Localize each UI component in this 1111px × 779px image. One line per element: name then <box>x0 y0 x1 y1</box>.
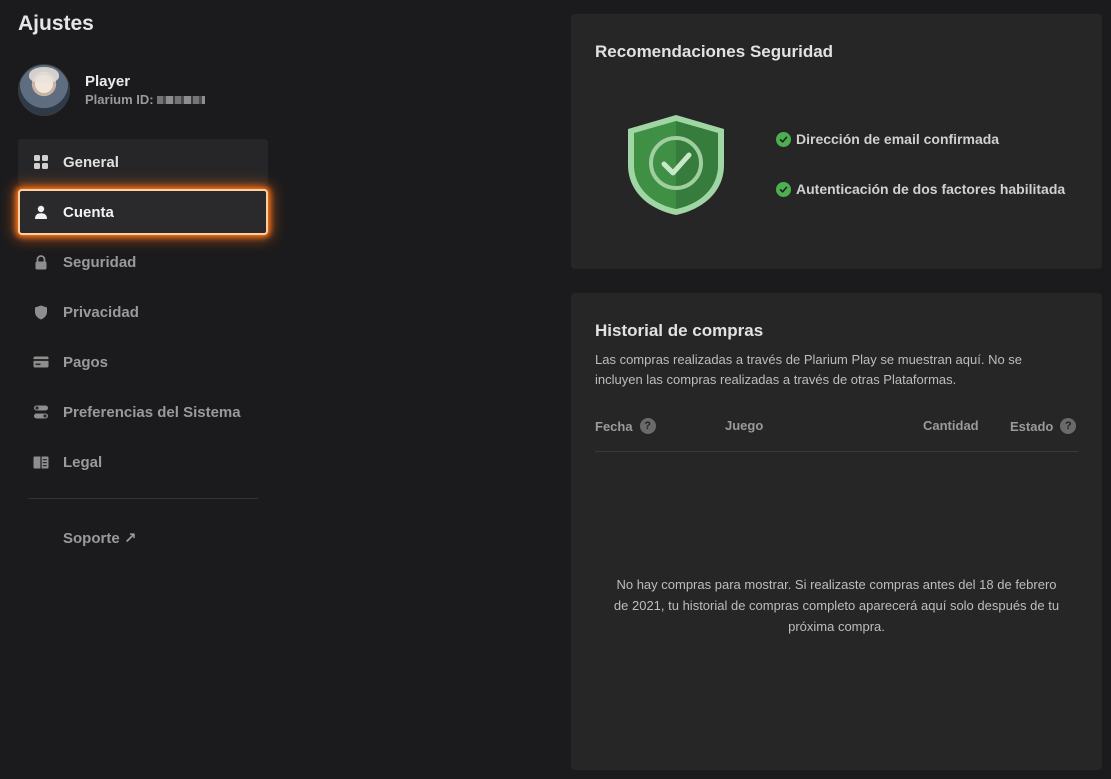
nav-item-seguridad[interactable]: Seguridad <box>18 239 268 285</box>
column-header-game: Juego <box>725 418 763 433</box>
player-name: Player <box>85 73 131 90</box>
column-header-quantity: Cantidad <box>923 418 979 433</box>
email-confirmed-label: Dirección de email confirmada <box>796 131 1000 147</box>
security-shield-check-icon <box>628 115 724 215</box>
column-header-date-label: Fecha <box>595 418 633 434</box>
column-header-status-label: Estado <box>1010 418 1054 434</box>
column-header-game-label: Juego <box>725 418 764 433</box>
help-icon[interactable]: ? <box>639 418 656 434</box>
check-circle-icon <box>776 131 791 147</box>
plarium-id: Plarium ID: <box>85 92 205 107</box>
nav-item-general[interactable]: General <box>18 139 268 185</box>
nav-item-label: General <box>63 153 119 171</box>
sidebar-divider <box>28 498 258 499</box>
security-title: Recomendaciones Seguridad <box>595 42 834 61</box>
nav-item-label: Preferencias del Sistema <box>63 403 241 421</box>
avatar <box>18 64 70 116</box>
two-factor-status: Autenticación de dos factores habilitada <box>776 181 1065 197</box>
user-icon <box>33 204 49 220</box>
purchase-history-card: Historial de compras Las compras realiza… <box>571 293 1102 770</box>
nav-item-label: Legal <box>63 453 103 471</box>
redacted-id <box>156 95 205 104</box>
security-recommendations-card: Recomendaciones Seguridad Dirección de e… <box>571 14 1102 269</box>
nav-item-legal[interactable]: Legal <box>18 439 268 485</box>
empty-state-message: No hay compras para mostrar. Si realizas… <box>613 577 1060 634</box>
shield-icon <box>33 304 49 320</box>
column-header-status: Estado ? <box>1010 418 1077 434</box>
nav-item-label: Privacidad <box>63 303 139 321</box>
sidebar: Ajustes Player Plarium ID: General Cuent… <box>0 0 290 779</box>
column-header-quantity-label: Cantidad <box>923 418 979 433</box>
toggle-icon <box>33 404 49 420</box>
support-link[interactable]: Soporte ↗ <box>63 529 136 547</box>
help-icon[interactable]: ? <box>1060 418 1077 434</box>
lock-icon <box>33 254 49 270</box>
user-profile: Player Plarium ID: <box>18 64 205 116</box>
plarium-id-label: Plarium ID: <box>85 92 154 107</box>
check-circle-icon <box>776 181 791 197</box>
history-title: Historial de compras <box>595 321 764 340</box>
nav-item-preferencias[interactable]: Preferencias del Sistema <box>18 389 268 435</box>
card-icon <box>33 354 49 370</box>
nav-item-privacidad[interactable]: Privacidad <box>18 289 268 335</box>
two-factor-label: Autenticación de dos factores habilitada <box>796 181 1066 197</box>
nav-item-label: Pagos <box>63 353 109 371</box>
email-confirmed-status: Dirección de email confirmada <box>776 131 999 147</box>
nav-item-cuenta[interactable]: Cuenta <box>18 189 268 235</box>
page-title: Ajustes <box>18 12 94 35</box>
nav-item-pagos[interactable]: Pagos <box>18 339 268 385</box>
nav-item-label: Seguridad <box>63 253 137 271</box>
book-icon <box>33 454 49 470</box>
nav-item-label: Cuenta <box>63 203 114 221</box>
column-header-date: Fecha ? <box>595 418 656 434</box>
grid-icon <box>33 154 49 170</box>
settings-nav: General Cuenta Seguridad Privacidad Pago… <box>18 139 268 489</box>
history-description: Las compras realizadas a través de Plari… <box>595 352 1023 387</box>
table-header-divider <box>595 451 1078 452</box>
